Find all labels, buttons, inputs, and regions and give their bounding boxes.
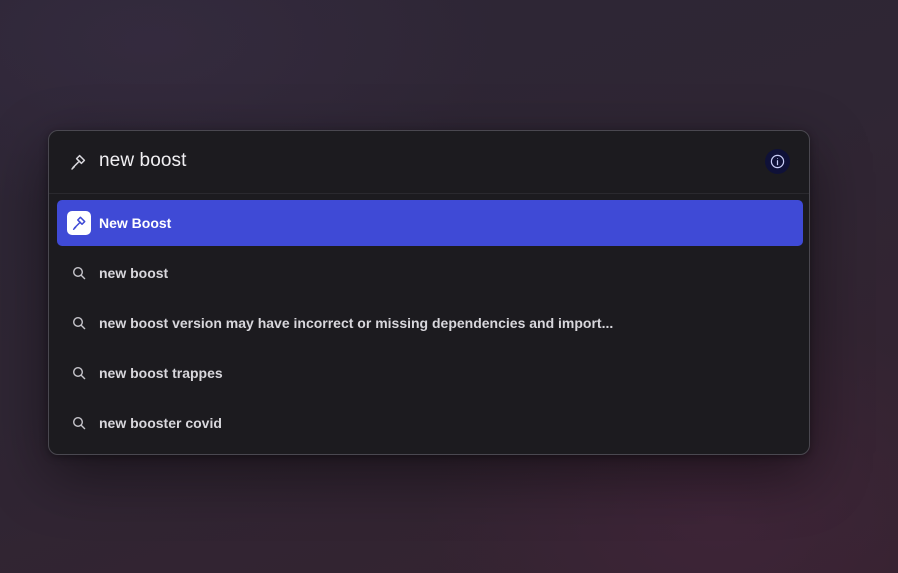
result-item-search-suggestion[interactable]: new boost xyxy=(57,250,803,296)
result-label: new boost trappes xyxy=(99,365,223,381)
hammer-icon xyxy=(69,153,87,171)
info-icon xyxy=(770,154,785,169)
command-icon-tile xyxy=(67,211,91,235)
search-input[interactable]: new boost xyxy=(99,150,187,172)
info-button[interactable] xyxy=(765,149,790,174)
results-list: New Boost new boost new boost version ma… xyxy=(57,200,803,450)
result-label: New Boost xyxy=(99,215,172,231)
search-icon xyxy=(72,316,86,330)
result-item-search-suggestion[interactable]: new boost trappes xyxy=(57,350,803,396)
hammer-icon xyxy=(72,216,86,230)
result-label: new boost version may have incorrect or … xyxy=(99,315,614,331)
result-label: new booster covid xyxy=(99,415,222,431)
result-label: new boost xyxy=(99,265,169,281)
search-icon xyxy=(72,416,86,430)
search-bar[interactable]: new boost xyxy=(49,131,809,194)
search-icon xyxy=(72,266,86,280)
search-icon xyxy=(72,366,86,380)
command-palette: new boost New Boost new boost new boost … xyxy=(48,130,810,455)
result-item-new-boost-command[interactable]: New Boost xyxy=(57,200,803,246)
result-item-search-suggestion[interactable]: new booster covid xyxy=(57,400,803,446)
result-item-search-suggestion[interactable]: new boost version may have incorrect or … xyxy=(57,300,803,346)
